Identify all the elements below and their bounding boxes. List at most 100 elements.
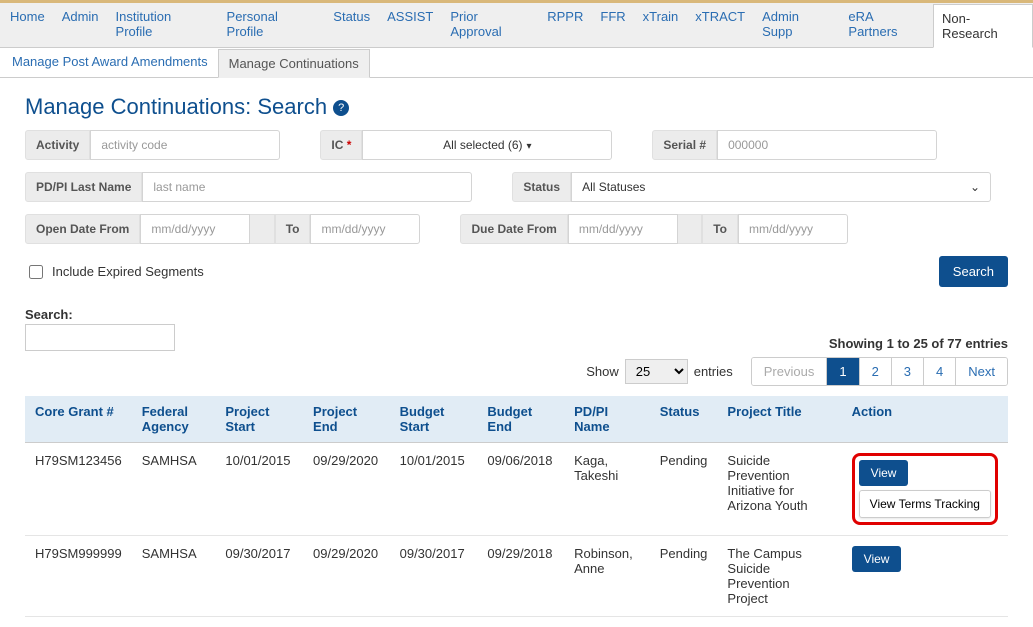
pagination-page-4[interactable]: 4	[924, 358, 956, 385]
cell: 09/06/2018	[477, 443, 564, 536]
ic-selected-value: All selected (6)	[443, 138, 522, 152]
view-button[interactable]: View	[852, 546, 902, 572]
cell: Suicide Prevention Initiative for Arizon…	[717, 443, 841, 536]
cell: Pending	[650, 536, 718, 617]
cell: 09/29/2020	[303, 443, 390, 536]
sub-tab-manage-continuations[interactable]: Manage Continuations	[218, 49, 370, 78]
top-tab-xtrain[interactable]: xTrain	[635, 3, 688, 47]
due-date-from-label: Due Date From	[460, 214, 567, 244]
local-search-label: Search:	[25, 307, 175, 322]
search-form: Activity IC * All selected (6) Serial # …	[25, 130, 1008, 244]
action-highlight: View View Terms Tracking	[852, 453, 998, 525]
sub-tabs: Manage Post Award AmendmentsManage Conti…	[0, 48, 1033, 78]
local-search-input[interactable]	[25, 324, 175, 351]
include-expired-checkbox[interactable]	[29, 265, 43, 279]
open-date-to-input[interactable]	[310, 214, 420, 244]
pagination-previous[interactable]: Previous	[752, 358, 828, 385]
page-size-select[interactable]: 25	[625, 359, 688, 384]
cell: Robinson, Anne	[564, 536, 650, 617]
status-label: Status	[512, 172, 571, 202]
pagination-next[interactable]: Next	[956, 358, 1007, 385]
pagination: Previous1234Next	[751, 357, 1008, 386]
top-tabs: HomeAdminInstitution ProfilePersonal Pro…	[0, 0, 1033, 48]
pdpi-lastname-input[interactable]	[142, 172, 472, 202]
results-table: Core Grant #Federal AgencyProject StartP…	[25, 396, 1008, 617]
cell: 10/01/2015	[390, 443, 478, 536]
due-date-to-input[interactable]	[738, 214, 848, 244]
include-expired-checkbox-label[interactable]: Include Expired Segments	[25, 262, 204, 282]
chevron-down-icon: ⌄	[970, 180, 980, 194]
pdpi-label: PD/PI Last Name	[25, 172, 142, 202]
activity-input[interactable]	[90, 130, 280, 160]
top-tab-admin[interactable]: Admin	[54, 3, 108, 47]
view-terms-tracking-button[interactable]: View Terms Tracking	[859, 490, 991, 518]
view-button[interactable]: View	[859, 460, 909, 486]
help-icon[interactable]: ?	[333, 100, 349, 116]
top-tab-assist[interactable]: ASSIST	[379, 3, 442, 47]
col-budget-start[interactable]: Budget Start	[390, 396, 478, 443]
cell: H79SM123456	[25, 443, 132, 536]
open-date-to-label: To	[275, 214, 311, 244]
page-title-text: Manage Continuations: Search	[25, 94, 327, 119]
ic-label: IC *	[320, 130, 362, 160]
top-tab-institution-profile[interactable]: Institution Profile	[108, 3, 219, 47]
cell: The Campus Suicide Prevention Project	[717, 536, 841, 617]
col-federal-agency[interactable]: Federal Agency	[132, 396, 216, 443]
include-expired-text: Include Expired Segments	[52, 264, 204, 279]
pagination-page-2[interactable]: 2	[860, 358, 892, 385]
results-summary: Showing 1 to 25 of 77 entries	[829, 336, 1008, 351]
sub-tab-manage-post-award-amendments[interactable]: Manage Post Award Amendments	[2, 48, 218, 77]
pagination-page-1[interactable]: 1	[827, 358, 859, 385]
top-tab-rppr[interactable]: RPPR	[539, 3, 592, 47]
top-tab-personal-profile[interactable]: Personal Profile	[219, 3, 326, 47]
activity-label: Activity	[25, 130, 90, 160]
top-tab-admin-supp[interactable]: Admin Supp	[754, 3, 840, 47]
action-cell: View View Terms Tracking	[842, 443, 1008, 536]
cell: SAMHSA	[132, 443, 216, 536]
due-date-from-input[interactable]	[568, 214, 678, 244]
cell: Pending	[650, 443, 718, 536]
status-selected-value: All Statuses	[582, 180, 645, 194]
show-label: Show	[586, 364, 619, 379]
search-button[interactable]: Search	[939, 256, 1008, 287]
col-core-grant-[interactable]: Core Grant #	[25, 396, 132, 443]
col-pd-pi-name[interactable]: PD/PI Name	[564, 396, 650, 443]
serial-input[interactable]	[717, 130, 937, 160]
due-date-to-label: To	[702, 214, 738, 244]
top-tab-status[interactable]: Status	[325, 3, 379, 47]
open-date-from-label: Open Date From	[25, 214, 140, 244]
cell: 09/30/2017	[390, 536, 478, 617]
cell: 09/29/2020	[303, 536, 390, 617]
cell: 10/01/2015	[215, 443, 303, 536]
top-tab-non-research[interactable]: Non-Research	[933, 4, 1033, 48]
status-select[interactable]: All Statuses ⌄	[571, 172, 991, 202]
top-tab-home[interactable]: Home	[2, 3, 54, 47]
cell: Kaga, Takeshi	[564, 443, 650, 536]
table-row: H79SM999999SAMHSA09/30/201709/29/202009/…	[25, 536, 1008, 617]
col-project-start[interactable]: Project Start	[215, 396, 303, 443]
ic-dropdown[interactable]: All selected (6)	[362, 130, 612, 160]
col-status[interactable]: Status	[650, 396, 718, 443]
calendar-icon[interactable]	[678, 214, 702, 244]
calendar-icon[interactable]	[250, 214, 274, 244]
col-project-end[interactable]: Project End	[303, 396, 390, 443]
serial-label: Serial #	[652, 130, 717, 160]
top-tab-xtract[interactable]: xTRACT	[687, 3, 754, 47]
top-tab-prior-approval[interactable]: Prior Approval	[442, 3, 539, 47]
chevron-down-icon	[527, 138, 532, 152]
cell: H79SM999999	[25, 536, 132, 617]
action-cell: View	[842, 536, 1008, 617]
page-title: Manage Continuations: Search ?	[25, 94, 1008, 120]
col-action[interactable]: Action	[842, 396, 1008, 443]
entries-label: entries	[694, 364, 733, 379]
col-budget-end[interactable]: Budget End	[477, 396, 564, 443]
table-row: H79SM123456SAMHSA10/01/201509/29/202010/…	[25, 443, 1008, 536]
cell: 09/30/2017	[215, 536, 303, 617]
cell: 09/29/2018	[477, 536, 564, 617]
pagination-page-3[interactable]: 3	[892, 358, 924, 385]
open-date-from-input[interactable]	[140, 214, 250, 244]
cell: SAMHSA	[132, 536, 216, 617]
top-tab-ffr[interactable]: FFR	[592, 3, 634, 47]
col-project-title[interactable]: Project Title	[717, 396, 841, 443]
top-tab-era-partners[interactable]: eRA Partners	[840, 3, 933, 47]
